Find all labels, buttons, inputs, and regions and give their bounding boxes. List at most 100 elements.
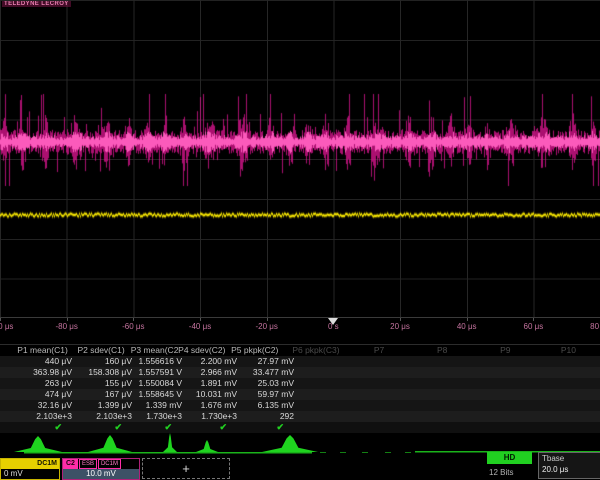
param-header-p4[interactable]: P4 sdev(C2) <box>178 345 230 356</box>
timebase-descriptor[interactable]: Tbase 20.0 μs <box>538 452 600 479</box>
stat-row: 32.16 μV1.399 μV1.339 mV1.676 mV6.135 mV <box>0 400 600 411</box>
time-axis-label: -20 μs <box>255 322 277 331</box>
axis-tick <box>267 318 268 321</box>
waveform-grid[interactable]: TELEDYNE LECROY <box>0 0 600 318</box>
measurement-value: 263 μV <box>0 378 78 389</box>
parameter-header-row: P1 mean(C1)P2 sdev(C1)P3 mean(C2)P4 sdev… <box>0 344 600 356</box>
c2-esb-flag: ESB <box>79 459 97 469</box>
param-header-p7-unused[interactable]: P7 <box>348 345 411 356</box>
time-axis-label: -40 μs <box>189 322 211 331</box>
histicon-p5 <box>262 435 318 452</box>
footer-right: HD 12 Bits Tbase 20.0 μs <box>478 452 600 480</box>
add-trace-button[interactable]: + <box>142 458 230 479</box>
measurement-value: 167 μV <box>78 389 138 400</box>
measurement-value: 158.308 μV <box>78 367 138 378</box>
bit-depth-label: 12 Bits <box>489 468 513 477</box>
stat-row: 474 μV167 μV1.558645 V10.031 mV59.97 mV <box>0 389 600 400</box>
histicon-baseline <box>340 452 346 453</box>
timebase-value: 20.0 μs <box>539 463 600 474</box>
histicon-baseline <box>24 452 312 454</box>
axis-tick <box>200 318 201 321</box>
measurement-value: 27.97 mV <box>243 356 300 367</box>
measurement-value: 2.103e+3 <box>78 411 138 422</box>
measurement-value: 59.97 mV <box>243 389 300 400</box>
measurement-value: 1.556616 V <box>138 356 188 367</box>
param-header-p2[interactable]: P2 sdev(C1) <box>74 345 131 356</box>
histicon-p1 <box>14 436 62 452</box>
channel-c1-descriptor[interactable]: DC1M 0 mV <box>0 458 60 480</box>
measurement-value: 1.550084 V <box>138 378 188 389</box>
waveform-canvas <box>0 0 600 317</box>
measurement-value: 1.339 mV <box>138 400 188 411</box>
row-filler <box>300 400 600 411</box>
stat-row: 363.98 μV158.308 μV1.557591 V2.966 mV33.… <box>0 367 600 378</box>
measurement-value: 1.399 μV <box>78 400 138 411</box>
row-filler <box>300 389 600 400</box>
hd-mode-badge[interactable]: HD <box>487 452 532 464</box>
c1-scale-value: 0 mV <box>1 469 59 479</box>
brand-watermark: TELEDYNE LECROY <box>2 1 71 7</box>
measurement-value: 1.891 mV <box>188 378 243 389</box>
measurement-value: 1.676 mV <box>188 400 243 411</box>
histicon-p3 <box>163 433 177 452</box>
row-filler <box>300 356 600 367</box>
measurement-table: P1 mean(C1)P2 sdev(C1)P3 mean(C2)P4 sdev… <box>0 344 600 433</box>
param-header-p6-unused[interactable]: P6 pkpk(C3) <box>284 345 347 356</box>
axis-tick <box>467 318 468 321</box>
measurement-value: 32.16 μV <box>0 400 78 411</box>
histicon-p2 <box>88 435 132 452</box>
param-header-p3[interactable]: P3 mean(C2) <box>131 345 178 356</box>
c2-scale-value: 10.0 mV <box>63 469 139 479</box>
measurement-value: 440 μV <box>0 356 78 367</box>
histicon-baseline <box>320 452 326 453</box>
c2-coupling-chip: DC1M <box>98 459 121 469</box>
row-filler <box>300 378 600 389</box>
measurement-value: 155 μV <box>78 378 138 389</box>
measurement-value: 6.135 mV <box>243 400 300 411</box>
axis-tick <box>67 318 68 321</box>
param-header-p8-unused[interactable]: P8 <box>411 345 474 356</box>
time-axis-label: 20 μs <box>390 322 410 331</box>
measurement-value: 1.730e+3 <box>188 411 243 422</box>
row-filler <box>300 411 600 422</box>
time-axis-label: -100 μs <box>0 322 13 331</box>
param-header-p1[interactable]: P1 mean(C1) <box>0 345 74 356</box>
axis-tick <box>400 318 401 321</box>
measurement-value: 1.558645 V <box>138 389 188 400</box>
measurement-value: 1.730e+3 <box>138 411 188 422</box>
measurement-value: 1.557591 V <box>138 367 188 378</box>
histicon-p4 <box>196 440 218 452</box>
stat-row: 263 μV155 μV1.550084 V1.891 mV25.03 mV <box>0 378 600 389</box>
axis-tick <box>133 318 134 321</box>
channel-c2-descriptor[interactable]: C2 ESB DC1M 10.0 mV <box>62 458 140 480</box>
measurement-value: 10.031 mV <box>188 389 243 400</box>
trigger-position-marker[interactable] <box>328 318 338 325</box>
stat-row: 440 μV160 μV1.556616 V2.200 mV27.97 mV <box>0 356 600 367</box>
measurement-value: 160 μV <box>78 356 138 367</box>
time-axis-label: 60 μs <box>523 322 543 331</box>
param-header-p5[interactable]: P5 pkpk(C2) <box>230 345 284 356</box>
measurement-value: 2.103e+3 <box>0 411 78 422</box>
measurement-value: 474 μV <box>0 389 78 400</box>
histicon-baseline <box>405 452 411 453</box>
time-axis-label: 40 μs <box>457 322 477 331</box>
time-axis: -100 μs-80 μs-60 μs-40 μs-20 μs0 s20 μs4… <box>0 318 600 333</box>
measurement-value: 292 <box>243 411 300 422</box>
axis-tick <box>0 318 1 321</box>
measurement-value: 363.98 μV <box>0 367 78 378</box>
time-axis-label: 80 μs <box>590 322 600 331</box>
histicon-baseline <box>385 452 391 453</box>
measurement-value: 25.03 mV <box>243 378 300 389</box>
row-filler <box>300 367 600 378</box>
time-axis-label: -60 μs <box>122 322 144 331</box>
timebase-title: Tbase <box>539 453 600 463</box>
oscilloscope-screen: TELEDYNE LECROY -100 μs -80 μs -60 μs -40 μ… <box>0 0 600 480</box>
histicon-baseline <box>362 452 368 453</box>
axis-tick <box>533 318 534 321</box>
param-header-p9-unused[interactable]: P9 <box>474 345 537 356</box>
stat-row: 2.103e+32.103e+31.730e+31.730e+3292 <box>0 411 600 422</box>
measurement-value: 33.477 mV <box>243 367 300 378</box>
time-axis-label: -80 μs <box>55 322 77 331</box>
param-header-p10-unused[interactable]: P10 <box>537 345 600 356</box>
c2-channel-chip: C2 <box>63 459 78 469</box>
